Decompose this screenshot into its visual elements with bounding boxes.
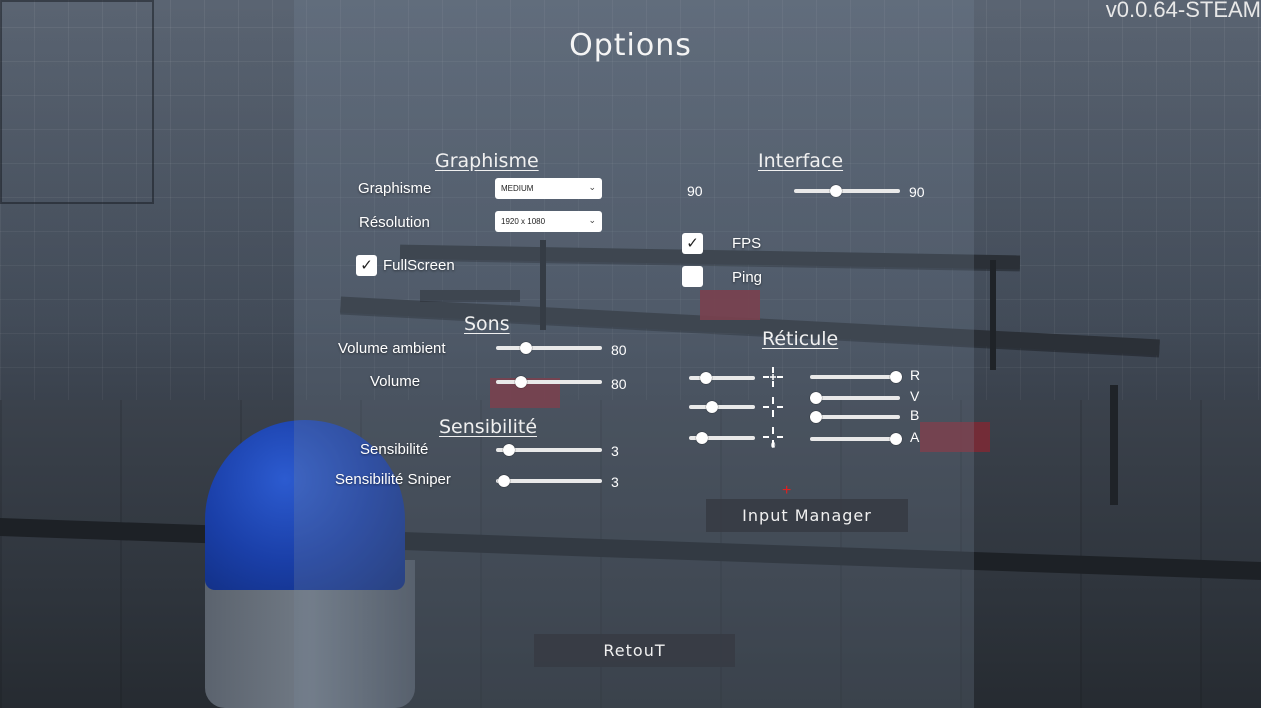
- slider-knob[interactable]: [706, 401, 719, 413]
- sensitivity-slider[interactable]: [496, 444, 602, 456]
- reticle-channel-slider-b[interactable]: [810, 411, 900, 423]
- reticle-channel-label: A: [910, 429, 920, 445]
- sniper-sensitivity-value: 3: [611, 474, 619, 490]
- reticle-channel-label: R: [910, 367, 921, 383]
- graphics-quality-label: Graphisme: [358, 180, 432, 197]
- fov-slider[interactable]: [794, 185, 900, 197]
- crosshair-icon: +: [782, 482, 792, 499]
- resolution-label: Résolution: [359, 214, 430, 231]
- input-manager-button[interactable]: Input Manager: [706, 499, 908, 532]
- checkmark-icon: ✓: [360, 257, 373, 274]
- reticle-size-slider[interactable]: [689, 432, 755, 444]
- slider-knob[interactable]: [699, 372, 712, 384]
- sensitivity-section-title: Sensibilité: [439, 416, 538, 438]
- ping-checkbox[interactable]: [682, 266, 703, 287]
- ping-label: Ping: [732, 269, 763, 286]
- ambient-volume-slider[interactable]: [496, 342, 602, 354]
- chevron-down-icon: ⌄: [588, 182, 596, 192]
- reticle-channel-slider-r[interactable]: [810, 371, 903, 383]
- fov-value: 90: [909, 184, 925, 200]
- reticle-channel-slider-v[interactable]: [810, 392, 900, 404]
- dropdown-value: MEDIUM: [501, 184, 534, 193]
- reticle-center-digit: 0: [771, 441, 776, 450]
- crosshair-preview-icon: [763, 397, 783, 417]
- chevron-down-icon: ⌄: [588, 215, 596, 225]
- page-title: Options: [569, 28, 692, 63]
- sniper-sensitivity-label: Sensibilité Sniper: [335, 471, 451, 488]
- fps-checkbox[interactable]: ✓: [682, 233, 703, 254]
- reticle-channel-label: B: [910, 407, 920, 423]
- reticle-size-slider[interactable]: [689, 401, 755, 413]
- crosshair-preview-icon: [763, 367, 783, 387]
- sniper-sensitivity-slider[interactable]: [496, 475, 602, 487]
- ambient-volume-value: 80: [611, 342, 627, 358]
- graphics-quality-dropdown[interactable]: MEDIUM ⌄: [495, 178, 602, 199]
- sound-section-title: Sons: [464, 313, 510, 335]
- interface-section-title: Interface: [758, 150, 844, 172]
- resolution-dropdown[interactable]: 1920 x 1080 ⌄: [495, 211, 602, 232]
- sensitivity-value: 3: [611, 443, 619, 459]
- slider-knob[interactable]: [502, 444, 515, 456]
- reticle-channel-label: V: [910, 388, 920, 404]
- fullscreen-label: FullScreen: [383, 257, 455, 274]
- version-label: v0.0.64-STEAM: [1105, 0, 1261, 22]
- checkmark-icon: ✓: [686, 235, 699, 252]
- fullscreen-checkbox[interactable]: ✓: [356, 255, 377, 276]
- reticle-channel-slider-a[interactable]: [810, 433, 903, 445]
- volume-value: 80: [611, 376, 627, 392]
- back-button[interactable]: RetouT: [534, 634, 735, 667]
- fov-value-left: 90: [687, 183, 703, 199]
- slider-knob[interactable]: [810, 392, 823, 404]
- slider-knob[interactable]: [810, 411, 823, 423]
- volume-label: Volume: [370, 373, 421, 390]
- slider-knob[interactable]: [519, 342, 532, 354]
- rail: [990, 260, 996, 370]
- reticle-size-slider[interactable]: [689, 372, 755, 384]
- fps-label: FPS: [732, 235, 762, 252]
- graphics-section-title: Graphisme: [435, 150, 539, 172]
- ambient-volume-label: Volume ambient: [338, 340, 446, 357]
- reticle-section-title: Réticule: [762, 328, 839, 350]
- dropdown-value: 1920 x 1080: [501, 217, 546, 226]
- rail: [1110, 385, 1118, 505]
- sensitivity-label: Sensibilité: [360, 441, 429, 458]
- volume-slider[interactable]: [496, 376, 602, 388]
